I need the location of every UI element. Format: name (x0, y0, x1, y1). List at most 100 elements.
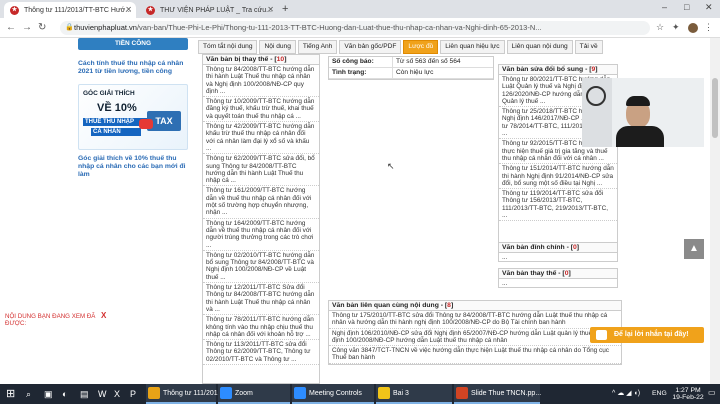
taskbar-item-zoom[interactable]: Zoom (218, 384, 290, 404)
sidebar-article-link[interactable]: Cách tính thuế thu nhập cá nhân 2021 từ … (78, 60, 190, 76)
list-item[interactable]: Thông tư 84/2008/TT-BTC hướng dẫn thi hà… (203, 65, 319, 98)
tab-original-pdf[interactable]: Văn bản gốc/PDF (339, 40, 402, 54)
clock[interactable]: 1:27 PM 19-Feb-22 (672, 387, 704, 401)
taskbar-label: Slide Thue TNCN.pp... (471, 390, 542, 397)
list-item[interactable]: Thông tư 42/2009/TT-BTC hướng dẫn khấu t… (203, 122, 319, 155)
panel-title: Văn bản đính chính - [0] (499, 243, 617, 253)
table-row: Tình trạng: Còn hiệu lực (329, 68, 493, 79)
tab-content[interactable]: Nội dung (259, 40, 296, 54)
tab-summary[interactable]: Tóm tắt nội dung (198, 40, 258, 54)
panel-title: Văn bản bị thay thế - [10] (203, 55, 319, 65)
list-item[interactable]: Thông tư 175/2010/TT-BTC sửa đổi Thông t… (329, 311, 621, 329)
sidebar-article-link[interactable]: Góc giải thích về 10% thuế thu nhập cá n… (78, 155, 190, 179)
menu-icon[interactable]: ⋮ (704, 22, 713, 33)
taskbar-label: Thông tư 111/201... (163, 390, 224, 397)
panel-body: ... (502, 280, 508, 287)
url-field[interactable]: 🔒 thuvienphapluat.vn/van-ban/Thue-Phi-Le… (60, 21, 650, 35)
taskbar-label: Zoom (235, 390, 253, 397)
webcam-video-overlay[interactable] (582, 78, 704, 147)
scrollbar-thumb[interactable] (712, 78, 718, 138)
list-item[interactable]: Công văn 3847/TCT-TNCN về việc hướng dẫn… (329, 346, 621, 364)
list-item[interactable]: Nghị định 106/2010/NĐ-CP sửa đổi Nghị đị… (329, 329, 621, 347)
panel-title: Văn bản sửa đổi bổ sung - [9] (499, 65, 617, 75)
list-item[interactable]: Thông tư 12/2011/TT-BTC Sửa đổi Thông tư… (203, 283, 319, 316)
avatar[interactable] (688, 23, 698, 33)
forward-icon[interactable]: → (22, 22, 32, 33)
tray-icons[interactable]: ^ ☁ ◢ ◖) (612, 390, 640, 397)
language-indicator[interactable]: ENG (652, 390, 667, 397)
word-icon[interactable]: W (98, 384, 107, 404)
list-item[interactable]: Thông tư 02/2010/TT-BTC hướng dẫn bổ sun… (203, 251, 319, 284)
maximize-button[interactable]: □ (684, 2, 689, 12)
document-info-table: Số công báo: Từ số 563 đến số 564 Tình t… (328, 56, 494, 80)
button-label: Để lại lời nhắn tại đây! (614, 331, 689, 338)
banner-text: GÓC GIẢI THÍCH (83, 90, 135, 97)
envelope-icon (596, 330, 607, 340)
tab-related-validity[interactable]: Liên quan hiệu lực (440, 40, 505, 54)
list-item[interactable]: Thông tư 10/2009/TT-BTC hướng dẫn đăng k… (203, 97, 319, 123)
taskbar-item-browser[interactable]: Thông tư 111/201... (146, 384, 223, 404)
chrome-icon (148, 387, 160, 400)
close-tab-icon[interactable]: ✕ (125, 5, 132, 14)
site-favicon-icon: ★ (10, 6, 19, 15)
list-item[interactable]: Thông tư 78/2011/TT-BTC hướng dẫn không … (203, 315, 319, 341)
close-tab-icon[interactable]: ✕ (267, 5, 274, 14)
star-icon[interactable]: ☆ (656, 22, 664, 33)
browser-tab-active[interactable]: ★ Thông tư 111/2013/TT-BTC Hướ... ✕ (4, 2, 136, 18)
tab-related-content[interactable]: Liên quan nội dung (506, 40, 573, 54)
search-icon[interactable]: ⌕ (26, 384, 31, 404)
tab-title: Thông tư 111/2013/TT-BTC Hướ... (24, 6, 132, 14)
info-value: Từ số 563 đến số 564 (396, 58, 461, 65)
info-key: Số công báo: (329, 57, 393, 67)
browser-tab[interactable]: ★ THƯ VIỆN PHÁP LUẬT _ Tra cứu... ✕ (140, 2, 278, 18)
file-explorer-icon[interactable]: ▤ (80, 384, 89, 404)
tab-download[interactable]: Tải về (574, 40, 603, 54)
taskbar-item-folder[interactable]: Bai 3 (376, 384, 452, 404)
edge-icon[interactable]: ◐ (62, 384, 67, 404)
folder-icon (378, 387, 390, 400)
panel-body: ... (502, 254, 508, 261)
banner-text: CÁ NHÂN (91, 128, 141, 136)
person-shirt (616, 126, 664, 147)
powerpoint-icon (456, 387, 468, 400)
page-scrollbar[interactable] (710, 38, 720, 384)
reload-icon[interactable]: ↻ (38, 22, 46, 33)
play-icon (139, 119, 153, 129)
task-view-icon[interactable]: ▣ (44, 384, 53, 404)
list-item[interactable]: Thông tư 113/2011/TT-BTC sửa đổi Thông t… (203, 340, 319, 365)
notifications-icon[interactable]: ▭ (708, 389, 716, 397)
back-icon[interactable]: ← (6, 22, 16, 33)
windows-start-icon[interactable]: ⊞ (6, 384, 15, 404)
excel-icon[interactable]: X (114, 384, 120, 404)
sidebar-top-banner[interactable]: TIỀN CÔNG (78, 38, 188, 50)
list-item[interactable]: Thông tư 119/2014/TT-BTC sửa đổi Thông t… (499, 189, 617, 222)
clock-date: 19-Feb-22 (672, 394, 704, 401)
table-row: Số công báo: Từ số 563 đến số 564 (329, 57, 493, 68)
taskbar-item-powerpoint[interactable]: Slide Thue TNCN.pp... (454, 384, 542, 404)
new-tab-button[interactable]: + (282, 3, 288, 15)
list-item[interactable]: Thông tư 161/2009/TT-BTC hướng dẫn về th… (203, 186, 319, 219)
url-host: thuvienphapluat.vn (74, 23, 137, 32)
tab-diagram[interactable]: Lược đồ (403, 40, 439, 54)
minimize-button[interactable]: – (662, 2, 667, 12)
leave-message-button[interactable]: Để lại lời nhắn tại đây! (590, 327, 704, 343)
extensions-icon[interactable]: ✦ (672, 22, 680, 33)
sidebar-explainer-banner[interactable]: GÓC GIẢI THÍCH VỀ 10% THUẾ THU NHẬP CÁ N… (78, 84, 188, 150)
zoom-icon (220, 387, 232, 400)
close-icon[interactable]: X (101, 312, 106, 320)
person-hair (626, 96, 650, 106)
close-window-button[interactable]: ✕ (705, 2, 713, 13)
whiteboard-drawing (586, 86, 606, 106)
url-path: /van-ban/Thue-Phi-Le-Phi/Thong-tu-111-20… (136, 23, 542, 32)
list-item[interactable]: Thông tư 164/2009/TT-BTC hướng dẫn về th… (203, 219, 319, 251)
list-item[interactable]: Thông tư 151/2014/TT-BTC hướng dẫn thi h… (499, 164, 617, 190)
scroll-to-top-button[interactable]: ▲ (684, 239, 704, 259)
lock-icon: 🔒 (65, 24, 74, 31)
tab-english[interactable]: Tiếng Anh (297, 40, 338, 54)
powerpoint-icon[interactable]: P (130, 384, 136, 404)
taskbar-item-meeting-controls[interactable]: Meeting Controls (292, 384, 374, 404)
banner-text: THUẾ THU NHẬP (83, 118, 147, 126)
banner-text: VỀ 10% (97, 102, 137, 114)
list-item[interactable]: Thông tư 62/2009/TT-BTC sửa đổi, bổ sung… (203, 154, 319, 187)
site-favicon-icon: ★ (146, 6, 155, 15)
